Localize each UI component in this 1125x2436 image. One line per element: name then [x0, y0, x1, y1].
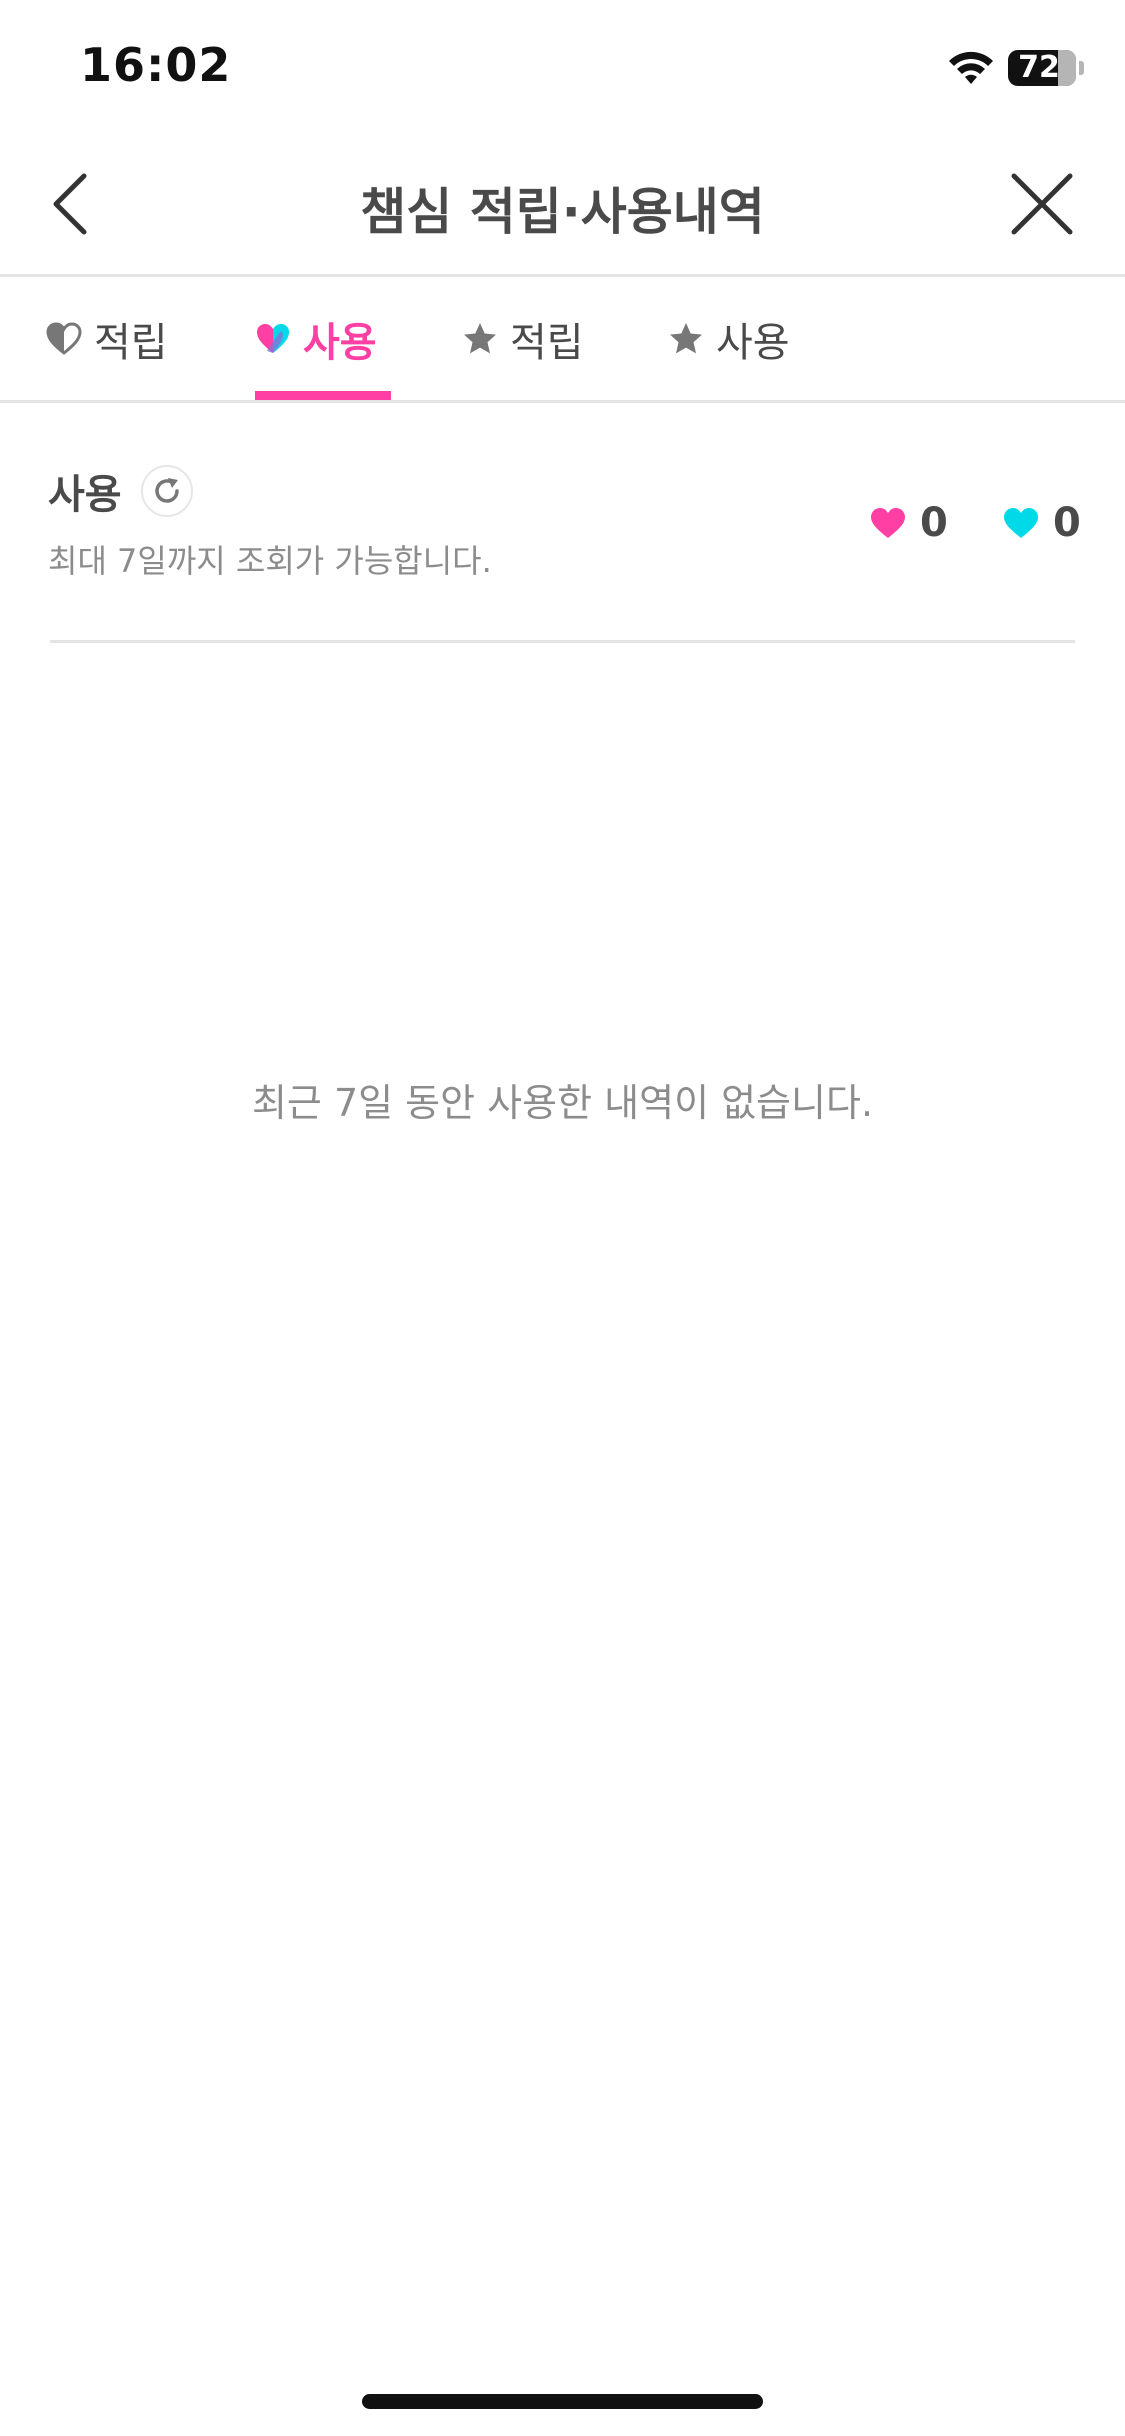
close-icon: [1011, 173, 1073, 235]
tab-label: 사용: [716, 319, 790, 366]
cyan-heart-balance: 0: [1003, 498, 1081, 548]
refresh-icon: [154, 478, 179, 503]
pink-heart-count: 0: [920, 500, 948, 546]
status-time: 16:02: [80, 38, 232, 92]
tab-heart-use[interactable]: 사용: [255, 277, 377, 400]
tab-bar: 적립 사용 적립 사용: [0, 277, 1125, 403]
two-tone-heart-icon: [257, 323, 289, 353]
battery-level: 72: [1018, 50, 1060, 85]
close-button[interactable]: [1006, 168, 1078, 240]
tab-label: 적립: [94, 319, 168, 366]
status-bar: 16:02 72: [0, 0, 1125, 136]
tab-star-earn[interactable]: 적립: [462, 277, 584, 400]
empty-state-message: 최근 7일 동안 사용한 내역이 없습니다.: [251, 1081, 874, 1125]
refresh-button[interactable]: [140, 465, 193, 517]
section-title: 사용: [48, 472, 122, 518]
gray-heart-icon: [46, 321, 82, 355]
wifi-icon: [949, 51, 993, 84]
cyan-heart-icon: [1004, 508, 1038, 538]
cyan-heart-count: 0: [1053, 500, 1081, 546]
section-subtitle: 최대 7일까지 조회가 가능합니다.: [48, 542, 492, 580]
pink-heart-icon: [871, 508, 905, 538]
star-icon: [464, 322, 496, 353]
tab-label: 사용: [303, 319, 377, 366]
battery-cap: [1079, 61, 1084, 75]
divider: [50, 640, 1075, 643]
page-title: 챔심 적립·사용내역: [360, 183, 765, 241]
star-icon: [670, 322, 702, 353]
pink-heart-balance: 0: [870, 498, 948, 548]
home-indicator[interactable]: [362, 2394, 763, 2409]
tab-heart-earn[interactable]: 적립: [46, 277, 168, 400]
tab-star-use[interactable]: 사용: [668, 277, 790, 400]
active-tab-indicator: [255, 391, 391, 400]
tab-label: 적립: [510, 319, 584, 366]
nav-bar: 챔심 적립·사용내역: [0, 136, 1125, 277]
section-header: 사용: [48, 462, 193, 520]
battery-icon: 72: [1008, 50, 1076, 86]
